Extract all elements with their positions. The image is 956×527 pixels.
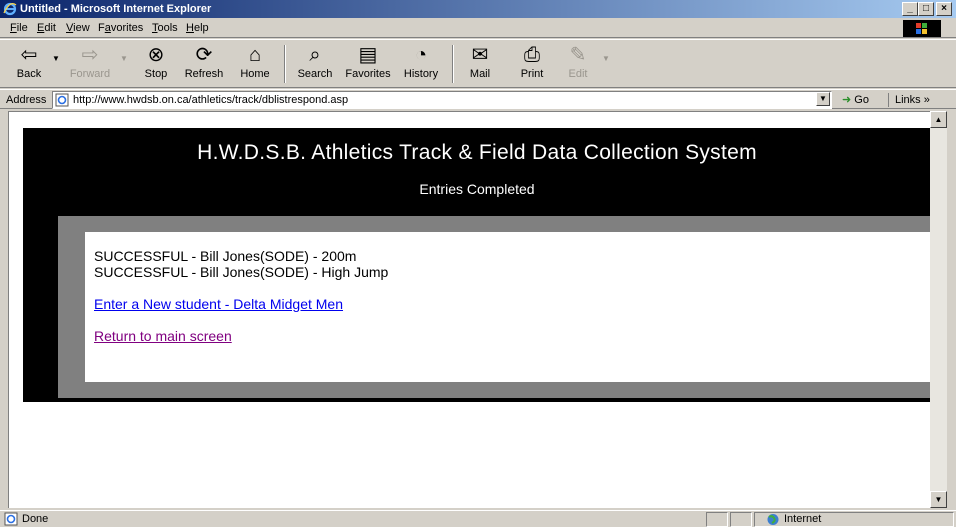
menu-bar: File Edit View Favorites Tools Help	[0, 18, 956, 38]
status-text: Done	[22, 513, 49, 525]
menu-file[interactable]: File	[10, 21, 28, 35]
forward-arrow-icon: ⇨	[81, 44, 99, 66]
result-line: SUCCESSFUL - Bill Jones(SODE) - 200m	[94, 248, 357, 264]
address-input[interactable]: http://www.hwdsb.on.ca/athletics/track/d…	[52, 91, 832, 109]
back-arrow-icon: ⇦	[20, 44, 38, 66]
edit-dropdown-icon[interactable]: ▼	[602, 54, 610, 63]
ie-page-icon	[55, 93, 69, 107]
window-title: Untitled - Microsoft Internet Explorer	[20, 3, 212, 15]
search-icon: ⌕	[309, 44, 321, 66]
minimize-button[interactable]: _	[902, 2, 918, 16]
page-subtitle: Entries Completed	[419, 181, 535, 197]
refresh-icon: ⟳	[195, 44, 213, 66]
printer-icon: ⎙	[524, 44, 540, 66]
address-label: Address	[6, 94, 47, 106]
scroll-up-icon[interactable]: ▲	[930, 111, 947, 128]
address-dropdown-icon[interactable]: ▼	[816, 92, 830, 106]
internet-globe-icon	[767, 514, 779, 525]
home-icon: ⌂	[248, 44, 262, 66]
status-pane	[706, 512, 728, 527]
favorites-button[interactable]: ▤ Favorites	[340, 42, 396, 86]
back-button[interactable]: ⇦ Back	[12, 42, 46, 86]
forward-dropdown-icon[interactable]: ▼	[120, 54, 128, 63]
print-button[interactable]: ⎙ Print	[512, 42, 552, 86]
menu-help[interactable]: Help	[186, 21, 209, 35]
address-bar: Address http://www.hwdsb.on.ca/athletics…	[0, 89, 956, 109]
results-panel: SUCCESSFUL - Bill Jones(SODE) - 200m SUC…	[85, 232, 930, 382]
maximize-button[interactable]: □	[918, 2, 934, 16]
result-line: SUCCESSFUL - Bill Jones(SODE) - High Jum…	[94, 264, 389, 280]
ie-logo-icon	[3, 2, 17, 16]
go-button[interactable]: ➜ Go	[842, 93, 869, 107]
title-bar: Untitled - Microsoft Internet Explorer _…	[0, 0, 956, 18]
status-bar: Done Internet	[0, 510, 956, 527]
favorites-folder-icon: ▤	[358, 44, 378, 66]
stop-icon: ⊗	[147, 44, 165, 66]
address-url: http://www.hwdsb.on.ca/athletics/track/d…	[73, 94, 349, 106]
history-icon: ◔	[414, 44, 428, 66]
history-button[interactable]: ◔ History	[396, 42, 446, 86]
status-pane	[730, 512, 752, 527]
go-arrow-icon: ➜	[842, 94, 852, 106]
refresh-button[interactable]: ⟳ Refresh	[176, 42, 232, 86]
mail-button[interactable]: ✉ Mail	[460, 42, 500, 86]
vertical-scrollbar[interactable]: ▲ ▼	[930, 111, 947, 508]
security-zone-label: Internet	[784, 513, 822, 525]
menu-favorites[interactable]: Favorites	[98, 21, 143, 35]
page-title: H.W.D.S.B. Athletics Track & Field Data …	[197, 141, 757, 164]
forward-button[interactable]: ⇨ Forward	[66, 42, 114, 86]
scroll-down-icon[interactable]: ▼	[930, 491, 947, 508]
menu-edit[interactable]: Edit	[37, 21, 56, 35]
windows-flag-icon	[916, 23, 927, 34]
toolbar-separator	[284, 45, 286, 83]
links-button[interactable]: Links »	[888, 93, 930, 107]
page-viewport: H.W.D.S.B. Athletics Track & Field Data …	[8, 111, 930, 508]
windows-logo-throbber	[903, 20, 941, 37]
menu-tools[interactable]: Tools	[152, 21, 178, 35]
stop-button[interactable]: ⊗ Stop	[136, 42, 176, 86]
mail-icon: ✉	[471, 44, 489, 66]
close-button[interactable]: ×	[936, 2, 952, 16]
standard-toolbar: ⇦ Back ▼ ⇨ Forward ▼ ⊗ Stop ⟳ Refresh ⌂ …	[0, 39, 956, 88]
edit-button[interactable]: ✎ Edit	[560, 42, 596, 86]
new-student-link[interactable]: Enter a New student - Delta Midget Men	[94, 296, 343, 312]
header-panel: H.W.D.S.B. Athletics Track & Field Data …	[23, 128, 930, 402]
home-button[interactable]: ⌂ Home	[232, 42, 278, 86]
back-dropdown-icon[interactable]: ▼	[52, 54, 60, 63]
return-main-link[interactable]: Return to main screen	[94, 328, 232, 344]
toolbar-separator	[452, 45, 454, 83]
menu-view[interactable]: View	[66, 21, 90, 35]
edit-page-icon: ✎	[569, 44, 587, 66]
search-button[interactable]: ⌕ Search	[290, 42, 340, 86]
content-frame: SUCCESSFUL - Bill Jones(SODE) - 200m SUC…	[58, 216, 930, 398]
page-done-icon	[4, 512, 18, 526]
